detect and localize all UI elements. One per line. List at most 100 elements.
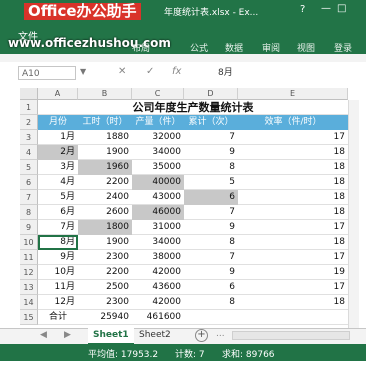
tab-formulas[interactable]: 公式	[190, 41, 208, 54]
cell-output[interactable]: 40000	[132, 175, 184, 190]
header-output[interactable]: 产量（件）	[132, 115, 184, 130]
cell-output[interactable]: 46000	[132, 205, 184, 220]
cell-output[interactable]: 34000	[132, 235, 184, 250]
next-sheet-icon[interactable]: ▶	[64, 330, 71, 340]
select-all-corner[interactable]	[20, 88, 38, 100]
cell-hours[interactable]: 2300	[78, 250, 132, 265]
cell-eff[interactable]: 18	[238, 205, 348, 220]
cancel-icon[interactable]: ✕	[118, 66, 126, 77]
cell-count[interactable]: 7	[184, 250, 238, 265]
cell-output[interactable]: 43000	[132, 190, 184, 205]
cell-count[interactable]: 9	[184, 265, 238, 280]
header-count[interactable]: 累计（次）	[184, 115, 238, 130]
column-header-d[interactable]: D	[184, 88, 238, 100]
tab-layout[interactable]: 布局	[132, 41, 150, 54]
cell-hours[interactable]: 2200	[78, 175, 132, 190]
cell-count[interactable]: 7	[184, 130, 238, 145]
cell-month[interactable]: 6月	[38, 205, 78, 220]
minimize-icon[interactable]: —	[321, 3, 331, 14]
cell-month[interactable]: 3月	[38, 160, 78, 175]
cell-hours[interactable]: 1960	[78, 160, 132, 175]
tab-review[interactable]: 审阅	[262, 41, 280, 54]
cell-eff[interactable]: 17	[238, 250, 348, 265]
cell-month[interactable]: 1月	[38, 130, 78, 145]
tab-data[interactable]: 数据	[225, 41, 243, 54]
cell-eff[interactable]: 18	[238, 190, 348, 205]
row-header-12[interactable]: 12	[20, 265, 38, 280]
total-hours[interactable]: 25940	[78, 310, 132, 325]
row-header-9[interactable]: 9	[20, 220, 38, 235]
cell-eff[interactable]: 19	[238, 265, 348, 280]
cell-eff[interactable]: 18	[238, 235, 348, 250]
cell-count[interactable]: 8	[184, 160, 238, 175]
cell-hours[interactable]: 1800	[78, 220, 132, 235]
row-header-1[interactable]: 1	[20, 100, 38, 115]
total-output[interactable]: 461600	[132, 310, 184, 325]
column-header-e[interactable]: E	[238, 88, 348, 100]
cell-count[interactable]: 7	[184, 205, 238, 220]
formula-input[interactable]: 8月	[218, 66, 348, 80]
help-icon[interactable]: ?	[300, 4, 305, 15]
cell-count[interactable]: 6	[184, 280, 238, 295]
row-header-11[interactable]: 11	[20, 250, 38, 265]
cell-count[interactable]: 6	[184, 190, 238, 205]
row-header-2[interactable]: 2	[20, 115, 38, 130]
cell-eff[interactable]: 18	[238, 295, 348, 310]
horizontal-scrollbar[interactable]	[232, 331, 350, 340]
enter-icon[interactable]: ✓	[146, 66, 154, 77]
row-header-6[interactable]: 6	[20, 175, 38, 190]
row-header-13[interactable]: 13	[20, 280, 38, 295]
cell-eff[interactable]: 18	[238, 175, 348, 190]
cell-eff[interactable]: 17	[238, 220, 348, 235]
row-header-10[interactable]: 10	[20, 235, 38, 250]
cell-eff[interactable]: 17	[238, 280, 348, 295]
vertical-scrollbar[interactable]	[348, 100, 359, 328]
row-header-4[interactable]: 4	[20, 145, 38, 160]
cell-month[interactable]: 4月	[38, 175, 78, 190]
add-sheet-button[interactable]: +	[195, 329, 208, 342]
tab-login[interactable]: 登录	[334, 41, 352, 54]
cell-hours[interactable]: 1880	[78, 130, 132, 145]
cell-eff[interactable]: 18	[238, 145, 348, 160]
tab-sheet1[interactable]: Sheet1	[88, 328, 134, 345]
header-month[interactable]: 月份	[38, 115, 78, 130]
column-header-c[interactable]: C	[132, 88, 184, 100]
cell-hours[interactable]: 2200	[78, 265, 132, 280]
cell-hours[interactable]: 1900	[78, 145, 132, 160]
cell-count[interactable]: 8	[184, 235, 238, 250]
cell-month[interactable]: 2月	[38, 145, 78, 160]
cell-month[interactable]: 10月	[38, 265, 78, 280]
cell-hours[interactable]: 1900	[78, 235, 132, 250]
column-header-a[interactable]: A	[38, 88, 78, 100]
cell-output[interactable]: 34000	[132, 145, 184, 160]
row-header-5[interactable]: 5	[20, 160, 38, 175]
column-header-b[interactable]: B	[78, 88, 132, 100]
tab-view[interactable]: 视图	[297, 41, 315, 54]
cell-output[interactable]: 32000	[132, 130, 184, 145]
cell-output[interactable]: 42000	[132, 265, 184, 280]
cell-output[interactable]: 38000	[132, 250, 184, 265]
tab-sheet2[interactable]: Sheet2	[134, 328, 176, 343]
maximize-icon[interactable]: □	[337, 3, 346, 14]
cell-count[interactable]: 9	[184, 220, 238, 235]
row-header-8[interactable]: 8	[20, 205, 38, 220]
cell-output[interactable]: 31000	[132, 220, 184, 235]
cell-hours[interactable]: 2600	[78, 205, 132, 220]
cell-count[interactable]: 8	[184, 295, 238, 310]
cell-hours[interactable]: 2300	[78, 295, 132, 310]
cell-count[interactable]: 5	[184, 175, 238, 190]
cell-month[interactable]: 8月	[38, 235, 78, 250]
cell-eff[interactable]: 18	[238, 160, 348, 175]
more-sheets-icon[interactable]: ...	[216, 329, 225, 339]
cell-output[interactable]: 43600	[132, 280, 184, 295]
name-box[interactable]: A10	[18, 66, 76, 80]
cell-month[interactable]: 5月	[38, 190, 78, 205]
cell-hours[interactable]: 2400	[78, 190, 132, 205]
cell-hours[interactable]: 2500	[78, 280, 132, 295]
cell-output[interactable]: 42000	[132, 295, 184, 310]
insert-function-icon[interactable]: fx	[172, 66, 181, 77]
row-header-14[interactable]: 14	[20, 295, 38, 310]
cell-month[interactable]: 11月	[38, 280, 78, 295]
cell-month[interactable]: 9月	[38, 250, 78, 265]
cell-month[interactable]: 7月	[38, 220, 78, 235]
